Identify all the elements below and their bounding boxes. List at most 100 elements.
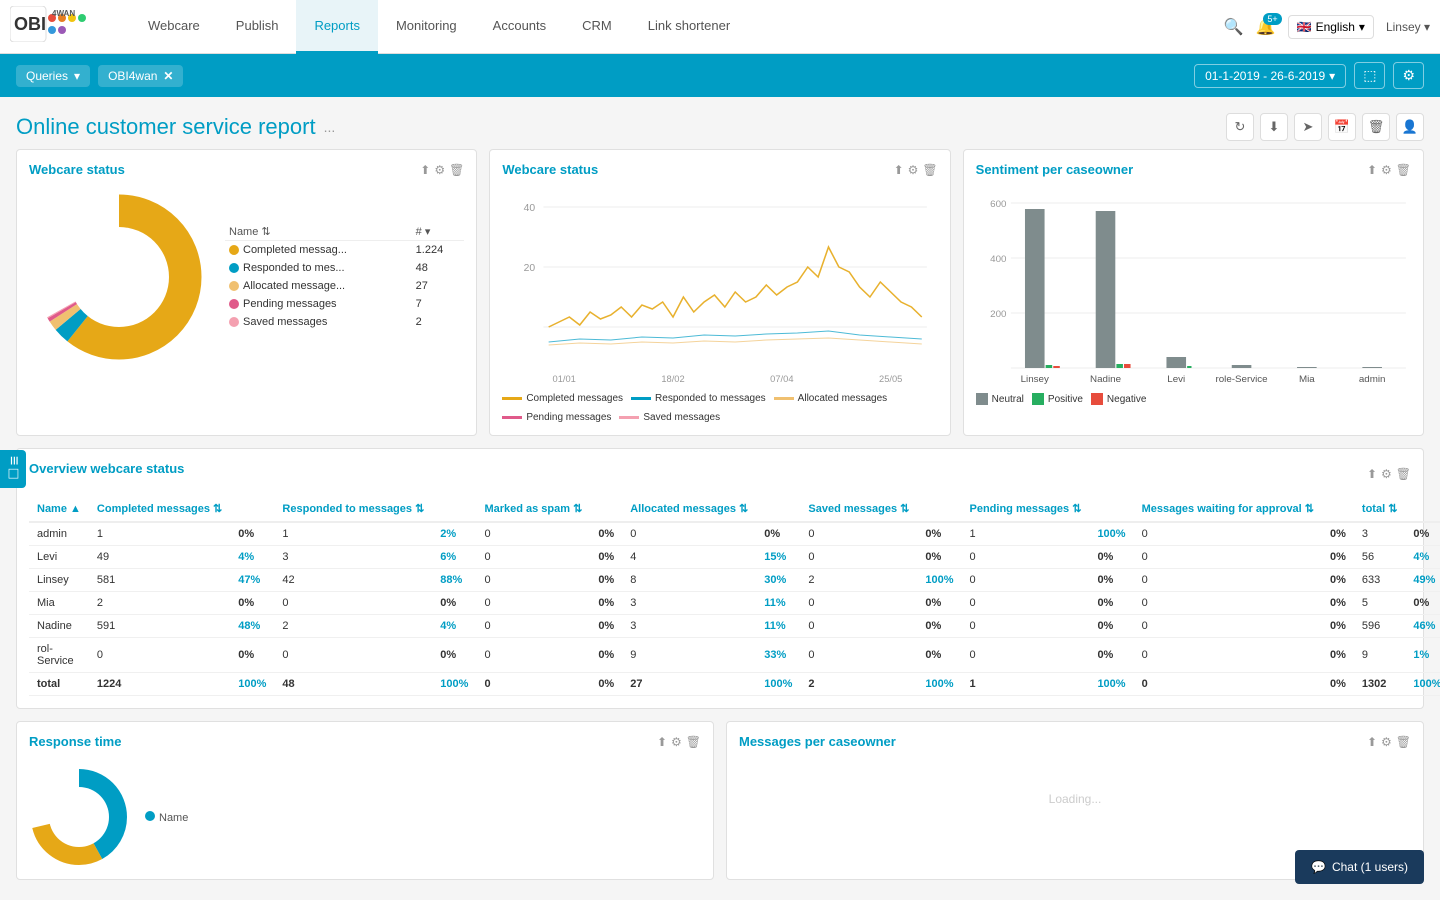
cell-spam-pct: 0%	[590, 522, 622, 546]
nav-reports[interactable]: Reports	[296, 0, 378, 54]
delete-icon[interactable]: 🗑	[686, 735, 701, 749]
active-filter-chip[interactable]: OBI4wan ✕	[98, 65, 183, 87]
legend-row: Saved messages 2	[225, 313, 464, 331]
card-header: Response time ⬆ ⚙ 🗑	[29, 734, 701, 749]
name-col-header[interactable]: Name ⇅	[225, 223, 412, 241]
col-pending[interactable]: Pending messages ⇅	[962, 496, 1090, 522]
cell-total-pct: 0%	[1405, 522, 1440, 546]
delete-icon[interactable]: 🗑	[1396, 163, 1411, 177]
col-name[interactable]: Name ▲	[29, 496, 89, 522]
cell-completed: 1	[89, 522, 230, 546]
settings-icon[interactable]: ⚙	[1381, 163, 1392, 177]
card-actions: ⬆ ⚙ 🗑	[420, 163, 464, 177]
col-spam[interactable]: Marked as spam ⇅	[476, 496, 590, 522]
download-button[interactable]: ⬇	[1260, 113, 1288, 141]
cell-responded-pct: 0%	[432, 592, 476, 615]
legend-row: Completed messag... 1.224	[225, 241, 464, 260]
svg-text:role-Service: role-Service	[1215, 373, 1267, 384]
delete-button[interactable]: 🗑	[1362, 113, 1390, 141]
cell-name: total	[29, 673, 89, 696]
delete-icon[interactable]: 🗑	[1396, 467, 1411, 481]
col-completed[interactable]: Completed messages ⇅	[89, 496, 230, 522]
cell-pending-pct: 0%	[1089, 569, 1133, 592]
col-completed-pct	[230, 496, 274, 522]
notifications-button[interactable]: 🔔5+	[1256, 17, 1276, 37]
cell-spam: 0	[476, 569, 590, 592]
col-allocated[interactable]: Allocated messages ⇅	[622, 496, 756, 522]
cell-saved-pct: 100%	[917, 569, 961, 592]
cell-pending: 0	[962, 569, 1090, 592]
logo[interactable]: OBI 4WAN	[10, 6, 110, 48]
delete-icon[interactable]: 🗑	[922, 163, 937, 177]
legend-item-label: Completed messag...	[225, 241, 412, 260]
date-range-label: 01-1-2019 - 26-6-2019	[1205, 69, 1325, 83]
col-responded[interactable]: Responded to messages ⇅	[274, 496, 432, 522]
cell-allocated: 8	[622, 569, 756, 592]
share-button[interactable]: ➤	[1294, 113, 1322, 141]
cell-waiting-pct: 0%	[1322, 638, 1354, 673]
delete-icon[interactable]: 🗑	[449, 163, 464, 177]
cell-allocated: 3	[622, 615, 756, 638]
legend-pending: Pending messages	[502, 412, 611, 423]
language-selector[interactable]: 🇬🇧 English ▾	[1288, 15, 1374, 39]
negative-label: Negative	[1107, 394, 1146, 405]
sidebar-toggle[interactable]: ≡□	[0, 450, 26, 488]
cell-responded: 0	[274, 592, 432, 615]
settings-icon[interactable]: ⚙	[1381, 467, 1392, 481]
upload-icon[interactable]: ⬆	[1367, 467, 1377, 481]
schedule-button[interactable]: 📅	[1328, 113, 1356, 141]
nav-accounts[interactable]: Accounts	[475, 0, 564, 54]
col-waiting[interactable]: Messages waiting for approval ⇅	[1134, 496, 1322, 522]
cell-total-pct: 4%	[1405, 546, 1440, 569]
delete-icon[interactable]: 🗑	[1396, 735, 1411, 749]
table-row: rol-Service 0 0% 0 0% 0 0% 9 33% 0 0% 0 …	[29, 638, 1440, 673]
nav-monitoring[interactable]: Monitoring	[378, 0, 475, 54]
col-total-pct	[1405, 496, 1440, 522]
cell-responded-pct: 100%	[432, 673, 476, 696]
cell-responded: 1	[274, 522, 432, 546]
count-col-header[interactable]: # ▾	[412, 223, 465, 241]
cell-total: 596	[1354, 615, 1406, 638]
col-saved[interactable]: Saved messages ⇅	[800, 496, 917, 522]
settings-icon[interactable]: ⚙	[434, 163, 445, 177]
upload-icon[interactable]: ⬆	[1367, 163, 1377, 177]
queries-filter[interactable]: Queries ▾	[16, 65, 90, 87]
settings-icon[interactable]: ⚙	[1381, 735, 1392, 749]
cell-pending: 0	[962, 546, 1090, 569]
chat-button[interactable]: 💬 Chat (1 users)	[1295, 850, 1424, 884]
upload-icon[interactable]: ⬆	[657, 735, 667, 749]
user-menu-button[interactable]: Linsey ▾	[1386, 20, 1430, 34]
settings-icon[interactable]: ⚙	[671, 735, 682, 749]
nav-link-shortener[interactable]: Link shortener	[630, 0, 748, 54]
nav-webcare[interactable]: Webcare	[130, 0, 218, 54]
cell-allocated-pct: 30%	[756, 569, 800, 592]
settings-button[interactable]: ⚙	[1393, 62, 1424, 89]
cell-responded-pct: 2%	[432, 522, 476, 546]
nav-crm[interactable]: CRM	[564, 0, 630, 54]
remove-filter-icon[interactable]: ✕	[163, 69, 173, 83]
search-button[interactable]: 🔍	[1224, 17, 1244, 37]
cell-spam-pct: 0%	[590, 638, 622, 673]
cell-pending-pct: 100%	[1089, 522, 1133, 546]
upload-icon[interactable]: ⬆	[1367, 735, 1377, 749]
table-row: total 1224 100% 48 100% 0 0% 27 100% 2 1…	[29, 673, 1440, 696]
legend-dot	[229, 299, 239, 309]
date-range-button[interactable]: 01-1-2019 - 26-6-2019 ▾	[1194, 64, 1346, 88]
user-button[interactable]: 👤	[1396, 113, 1424, 141]
cell-name: Nadine	[29, 615, 89, 638]
cell-waiting: 0	[1134, 638, 1322, 673]
svg-text:Linsey: Linsey	[1020, 373, 1049, 384]
more-options-dots[interactable]: ...	[324, 119, 336, 135]
settings-icon[interactable]: ⚙	[908, 163, 919, 177]
positive-color	[1032, 393, 1044, 405]
upload-icon[interactable]: ⬆	[894, 163, 904, 177]
col-total[interactable]: total ⇅	[1354, 496, 1406, 522]
cell-saved: 0	[800, 592, 917, 615]
upload-icon[interactable]: ⬆	[420, 163, 430, 177]
cell-waiting: 0	[1134, 569, 1322, 592]
card-header: Sentiment per caseowner ⬆ ⚙ 🗑	[976, 162, 1411, 177]
refresh-button[interactable]: ↻	[1226, 113, 1254, 141]
nav-publish[interactable]: Publish	[218, 0, 297, 54]
cell-total-pct: 1%	[1405, 638, 1440, 673]
export-button[interactable]: ⬚	[1354, 62, 1385, 89]
